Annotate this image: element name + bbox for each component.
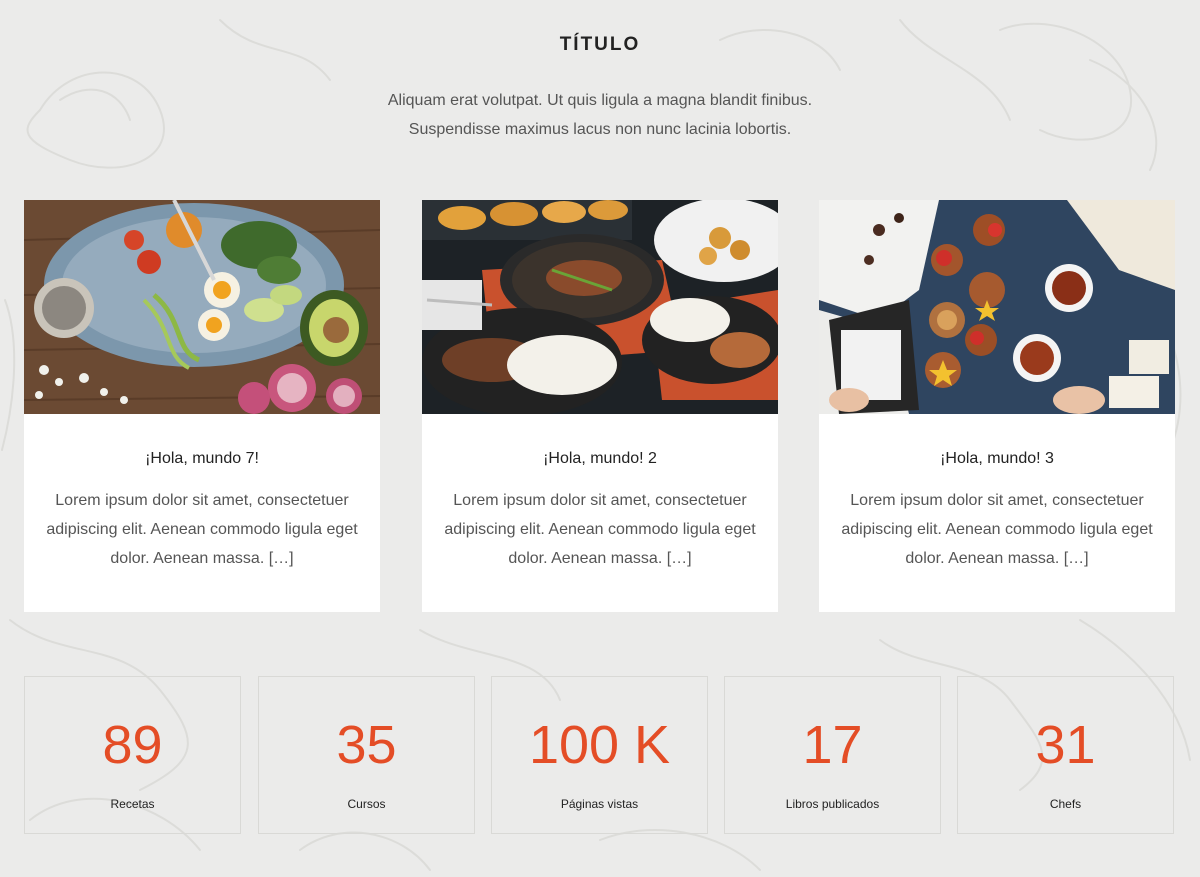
post-thumbnail-salad[interactable] [24, 200, 380, 414]
stat-label: Recetas [110, 797, 155, 811]
stat-cursos: 35 Cursos [258, 676, 475, 834]
stat-value: 17 [802, 715, 863, 775]
post-title[interactable]: ¡Hola, mundo! 3 [819, 450, 1175, 468]
recipes-section: TÍTULO Aliquam erat volutpat. Ut quis li… [0, 0, 1200, 877]
stat-label: Libros publicados [785, 797, 880, 811]
stat-label: Cursos [347, 797, 386, 811]
stat-libros-publicados: 17 Libros publicados [724, 676, 941, 834]
post-excerpt: Lorem ipsum dolor sit amet, consectetuer… [444, 492, 756, 567]
post-excerpt: Lorem ipsum dolor sit amet, consectetuer… [841, 492, 1153, 567]
post-title[interactable]: ¡Hola, mundo 7! [24, 450, 380, 468]
subtitle-line-1: Aliquam erat volutpat. Ut quis ligula a … [387, 92, 813, 109]
post-cards: ¡Hola, mundo 7! Lorem ipsum dolor sit am… [24, 200, 1176, 612]
post-card[interactable]: ¡Hola, mundo! 2 Lorem ipsum dolor sit am… [422, 200, 778, 612]
salad-bowl-image [24, 200, 380, 414]
section-title: TÍTULO [559, 34, 641, 55]
post-title[interactable]: ¡Hola, mundo! 2 [422, 450, 778, 468]
stat-paginas-vistas: 100 K Páginas vistas [491, 676, 708, 834]
stat-label: Páginas vistas [560, 797, 639, 811]
stat-label: Chefs [1049, 797, 1082, 811]
post-excerpt: Lorem ipsum dolor sit amet, consectetuer… [46, 492, 358, 567]
section-subtitle: Aliquam erat volutpat. Ut quis ligula a … [340, 86, 860, 144]
post-thumbnail-seafood[interactable] [422, 200, 778, 414]
stat-value: 31 [1035, 715, 1096, 775]
stat-value: 35 [336, 715, 397, 775]
post-thumbnail-breakfast[interactable] [819, 200, 1175, 414]
post-card[interactable]: ¡Hola, mundo 7! Lorem ipsum dolor sit am… [24, 200, 380, 612]
subtitle-line-2: Suspendisse maximus lacus non nunc lacin… [408, 121, 792, 138]
stat-recetas: 89 Recetas [24, 676, 241, 834]
stat-value: 100 K [528, 715, 671, 775]
breakfast-tea-image [819, 200, 1175, 414]
stat-chefs: 31 Chefs [957, 676, 1174, 834]
stat-value: 89 [102, 715, 163, 775]
post-card[interactable]: ¡Hola, mundo! 3 Lorem ipsum dolor sit am… [819, 200, 1175, 612]
stats-counters: 89 Recetas 35 Cursos 100 K Páginas vista… [24, 676, 1176, 836]
seafood-platter-image [422, 200, 778, 414]
